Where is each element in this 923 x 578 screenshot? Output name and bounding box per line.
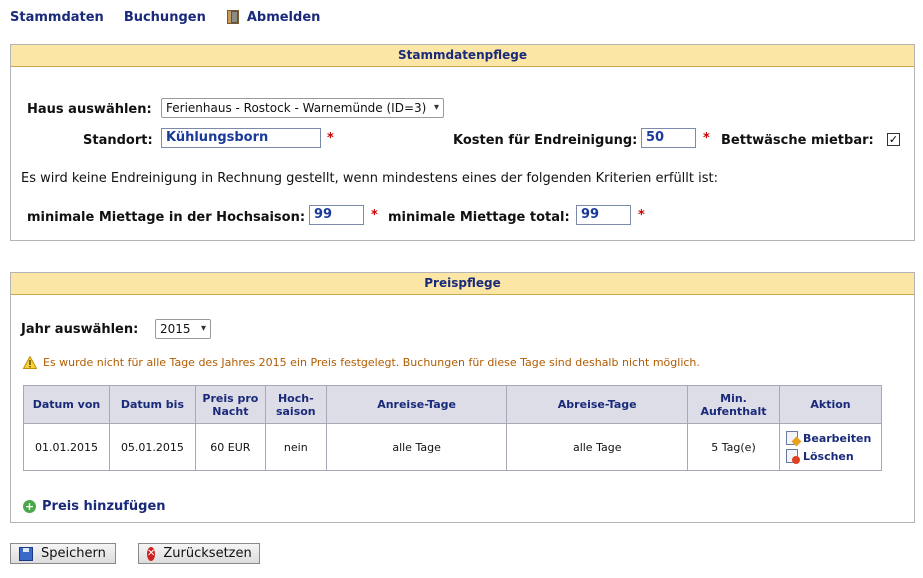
standort-required-mark: * <box>327 131 334 146</box>
cell-aufenthalt: 5 Tag(e) <box>687 423 780 471</box>
edit-document-icon <box>785 431 802 447</box>
jahr-select[interactable]: 2015 ▾ <box>155 319 211 339</box>
reset-button[interactable]: ✕ Zurücksetzen <box>138 543 260 564</box>
jahr-label: Jahr auswählen: <box>21 322 139 337</box>
column-header: Aktion <box>778 385 883 424</box>
edit-price-label: Bearbeiten <box>802 431 872 445</box>
endreinigung-info-text: Es wird keine Endreinigung in Rechnung g… <box>21 171 718 186</box>
column-header: Anreise-Tage <box>325 385 508 424</box>
add-icon: + <box>23 500 36 513</box>
haus-select-value: Ferienhaus - Rostock - Warnemünde (ID=3) <box>166 101 427 115</box>
preise-panel: Preispflege Jahr auswählen: 2015 ▾ Es wu… <box>10 272 915 523</box>
price-warning-text: Es wurde nicht für alle Tage des Jahres … <box>43 356 700 369</box>
warning-icon <box>22 355 38 369</box>
price-warning: Es wurde nicht für alle Tage des Jahres … <box>22 355 700 369</box>
reset-button-label: Zurücksetzen <box>163 546 252 561</box>
kosten-input[interactable]: 50 <box>641 128 696 148</box>
delete-price-label: Löschen <box>802 449 854 463</box>
column-header: Preis pro Nacht <box>194 385 266 424</box>
min-hochsaison-input[interactable]: 99 <box>309 205 364 225</box>
cell-anreise: alle Tage <box>325 423 508 471</box>
haus-select[interactable]: Ferienhaus - Rostock - Warnemünde (ID=3)… <box>161 98 444 118</box>
column-header: Min. Aufenthalt <box>687 385 780 424</box>
column-header: Datum von <box>23 385 110 424</box>
cell-hochsaison: nein <box>264 423 327 471</box>
min-hochsaison-required-mark: * <box>371 208 378 223</box>
haus-label: Haus auswählen: <box>27 102 152 117</box>
jahr-select-value: 2015 <box>160 322 191 336</box>
standort-input[interactable]: Kühlungsborn <box>161 128 321 148</box>
save-button[interactable]: Speichern <box>10 543 116 564</box>
column-header: Hoch-saison <box>264 385 327 424</box>
standort-label: Standort: <box>83 133 153 148</box>
stammdaten-panel: Stammdatenpflege Haus auswählen: Ferienh… <box>10 44 915 241</box>
min-total-input[interactable]: 99 <box>576 205 631 225</box>
nav-abmelden[interactable]: Abmelden <box>226 9 321 25</box>
min-hochsaison-label: minimale Miettage in der Hochsaison: <box>27 210 306 225</box>
floppy-disk-icon <box>19 546 33 561</box>
column-header: Datum bis <box>108 385 196 424</box>
chevron-down-icon: ▾ <box>200 323 206 334</box>
edit-price-link[interactable]: Bearbeiten <box>785 429 872 447</box>
nav-stammdaten[interactable]: Stammdaten <box>10 10 104 25</box>
top-navigation: Stammdaten Buchungen Abmelden <box>10 8 340 26</box>
bettwaesche-checkbox[interactable]: ✓ <box>887 133 900 146</box>
price-table: Datum von Datum bis Preis pro Nacht Hoch… <box>23 385 883 471</box>
nav-buchungen[interactable]: Buchungen <box>124 10 206 25</box>
table-header-row: Datum von Datum bis Preis pro Nacht Hoch… <box>23 385 883 424</box>
kosten-required-mark: * <box>703 131 710 146</box>
preise-panel-title: Preispflege <box>11 273 914 295</box>
column-header: Abreise-Tage <box>506 385 689 424</box>
checkmark-icon: ✓ <box>888 133 899 146</box>
delete-document-icon <box>785 449 800 464</box>
chevron-down-icon: ▾ <box>433 102 439 113</box>
add-price-label: Preis hinzufügen <box>42 499 166 514</box>
delete-price-link[interactable]: Löschen <box>785 447 854 465</box>
table-row: 01.01.2015 05.01.2015 60 EUR nein alle T… <box>23 423 883 471</box>
row-actions: Bearbeiten Löschen <box>784 429 877 465</box>
min-total-required-mark: * <box>638 208 645 223</box>
save-button-label: Speichern <box>41 546 106 561</box>
nav-abmelden-label: Abmelden <box>246 9 321 25</box>
bettwaesche-label: Bettwäsche mietbar: <box>721 133 874 148</box>
min-total-label: minimale Miettage total: <box>388 210 570 225</box>
stammdaten-panel-title: Stammdatenpflege <box>11 45 914 67</box>
kosten-label: Kosten für Endreinigung: <box>453 133 638 148</box>
cell-abreise: alle Tage <box>506 423 689 471</box>
cancel-icon: ✕ <box>147 546 156 561</box>
door-icon <box>226 9 242 25</box>
add-price-link[interactable]: + Preis hinzufügen <box>23 499 166 514</box>
cell-aktion: Bearbeiten Löschen <box>778 423 883 471</box>
cell-preis: 60 EUR <box>194 423 266 471</box>
cell-datum-von: 01.01.2015 <box>23 423 110 471</box>
cell-datum-bis: 05.01.2015 <box>108 423 196 471</box>
